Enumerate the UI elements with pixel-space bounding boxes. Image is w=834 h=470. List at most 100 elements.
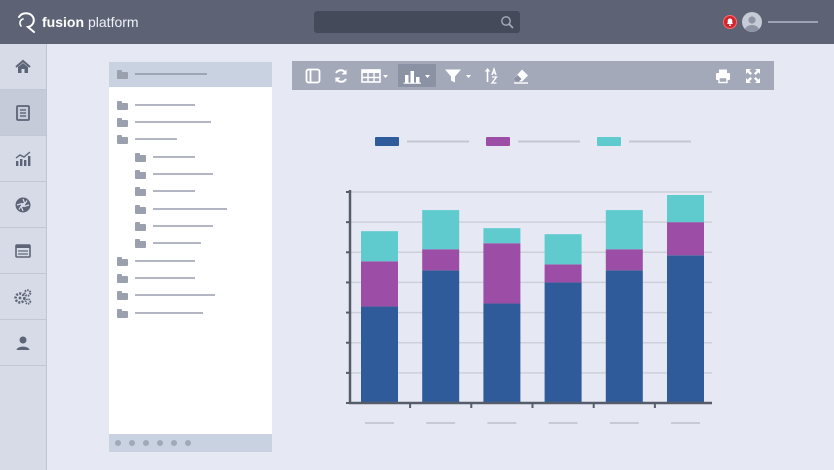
refresh-icon [335,68,347,83]
clear-button[interactable] [510,64,532,87]
pager-dot[interactable] [129,440,135,446]
pager-dot[interactable] [171,440,177,446]
bar-segment-series-1[interactable] [361,306,398,403]
stacked-bar-chart [346,137,712,424]
tree-item-label [153,173,213,175]
nav-analytics[interactable] [0,136,46,182]
eraser-icon [513,69,528,84]
tree-item[interactable] [135,238,201,248]
pager-dot[interactable] [157,440,163,446]
search-icon[interactable] [500,15,514,29]
bar-segment-series-3[interactable] [361,231,398,262]
fullscreen-icon [746,68,760,83]
notification-bell-icon[interactable] [723,15,737,29]
legend-label-placeholder [629,140,691,143]
table-view-button[interactable] [358,64,392,87]
folder-icon [117,100,128,110]
bar-segment-series-3[interactable] [544,234,582,265]
x-tick-label [426,422,456,424]
folder-tree-panel [109,62,272,452]
tree-item[interactable] [135,204,227,214]
bar-segment-series-3[interactable] [605,210,643,250]
tree-item[interactable] [135,169,213,179]
bar-segment-series-3[interactable] [422,210,460,250]
gears-icon [14,288,32,305]
bar-segment-series-2[interactable] [667,222,704,256]
bar-segment-series-2[interactable] [361,261,398,307]
nav-user[interactable] [0,320,46,366]
legend-swatch-series-3[interactable] [597,137,621,146]
chart-type-button[interactable] [398,64,436,87]
chart-gridlines [350,191,712,374]
chart-legend [375,137,691,146]
tree-item-label [135,104,195,106]
legend-label-placeholder [518,140,580,143]
tree-item-label [135,312,203,314]
chart-toolbar [292,61,774,90]
bar-segment-series-3[interactable] [483,228,521,244]
tree-root[interactable] [117,69,207,79]
bar-segment-series-1[interactable] [483,303,521,403]
nav-documents[interactable] [0,90,46,136]
tree-item-label [135,294,215,296]
fullscreen-button[interactable] [742,64,764,87]
refresh-button[interactable] [330,64,352,87]
fusion-logo-icon [18,12,35,33]
tree-item-label [153,190,195,192]
legend-label-placeholder [407,140,469,143]
search-input[interactable] [314,11,520,33]
folder-icon [135,186,146,196]
bar-segment-series-1[interactable] [605,270,643,403]
tree-item[interactable] [117,117,211,127]
folder-icon [117,273,128,283]
tree-pager [109,434,272,452]
nav-aperture[interactable] [0,182,46,228]
bar-segment-series-2[interactable] [483,243,521,304]
aperture-icon [15,197,31,212]
nav-settings[interactable] [0,274,46,320]
top-bar: fusion platform [0,0,834,44]
tree-item-label [153,225,213,227]
tree-item[interactable] [117,273,195,283]
tree-item[interactable] [135,221,213,231]
legend-swatch-series-2[interactable] [486,137,510,146]
app-logo[interactable]: fusion platform [16,11,139,33]
filter-button[interactable] [442,64,476,87]
sort-button[interactable] [482,64,504,87]
bar-segment-series-1[interactable] [667,255,704,403]
print-button[interactable] [712,64,734,87]
filter-icon [445,69,471,82]
tree-header [109,62,272,87]
tree-item[interactable] [135,186,195,196]
folder-icon [135,204,146,214]
tree-item[interactable] [117,256,195,266]
tree-item[interactable] [117,100,195,110]
pager-dot[interactable] [115,440,121,446]
bar-segment-series-1[interactable] [422,270,460,403]
tree-item[interactable] [117,308,203,318]
toggle-panel-button[interactable] [302,64,324,87]
bar-segment-series-2[interactable] [422,249,460,271]
pager-dot[interactable] [185,440,191,446]
nav-home[interactable] [0,44,46,90]
tree-root-label [135,73,207,75]
bar-segment-series-3[interactable] [667,195,704,223]
tree-item-label [153,208,227,210]
print-icon [716,69,730,83]
bar-segment-series-2[interactable] [605,249,643,271]
nav-calendar[interactable] [0,228,46,274]
legend-swatch-series-1[interactable] [375,137,399,146]
x-tick-label [487,422,517,424]
bar-segment-series-1[interactable] [544,282,582,403]
user-avatar[interactable] [742,12,762,32]
left-nav-sidebar [0,44,47,470]
tree-item-label [153,242,201,244]
tree-item-expanded[interactable] [117,134,177,144]
tree-item[interactable] [117,290,215,300]
user-name-placeholder[interactable] [768,21,818,23]
pager-dot[interactable] [143,440,149,446]
tree-item-label [135,277,195,279]
bar-segment-series-2[interactable] [544,264,582,283]
folder-icon [135,152,146,162]
tree-item[interactable] [135,152,195,162]
